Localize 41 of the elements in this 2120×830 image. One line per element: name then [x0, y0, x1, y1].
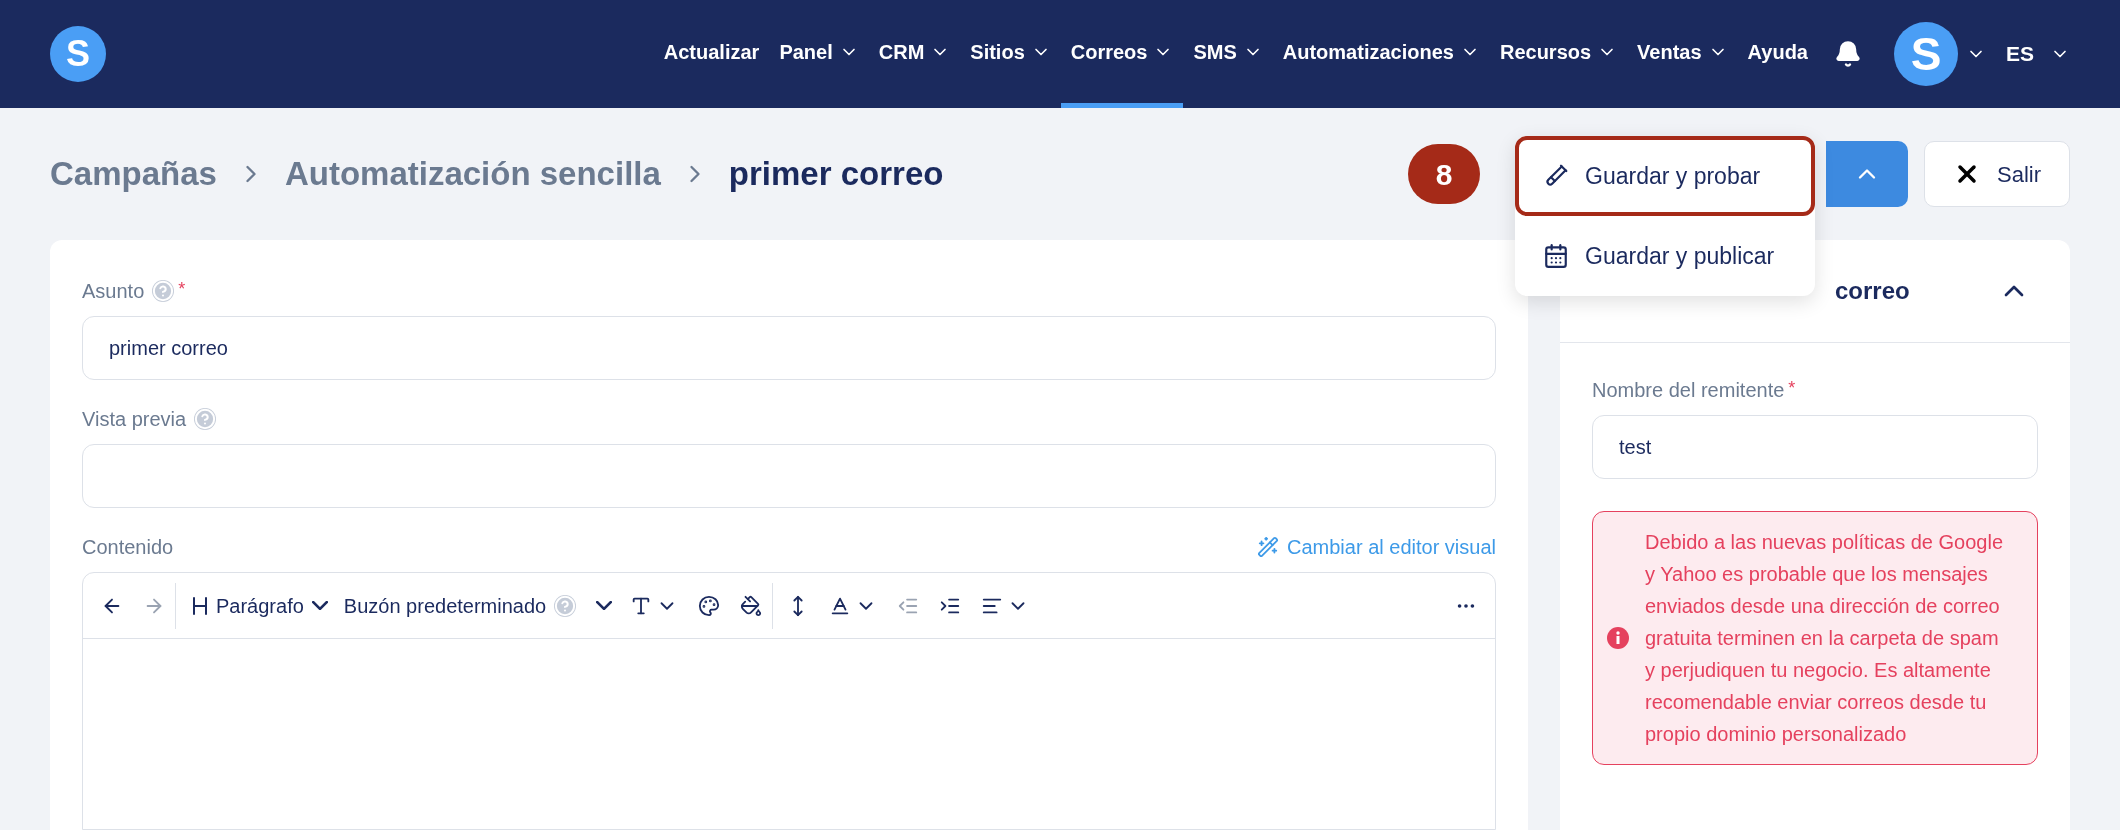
menu-item[interactable]: Guardar y probar — [1515, 136, 1815, 216]
mailbox-dropdown[interactable]: Buzón predeterminado — [335, 585, 621, 626]
chevron-down-icon — [596, 601, 613, 610]
field-label: Vista previa — [82, 407, 187, 432]
text-input[interactable] — [82, 444, 1496, 508]
paragraph-format-dropdown[interactable]: Parágrafo — [180, 585, 336, 626]
breadcrumb-item[interactable]: Automatización sencilla — [284, 149, 661, 199]
nav-item[interactable]: Automatizaciones — [1272, 0, 1490, 108]
nav-item[interactable]: CRM — [868, 0, 961, 108]
nav-item[interactable]: SMS — [1183, 0, 1273, 108]
nav-item[interactable]: Ventas — [1627, 0, 1738, 108]
nav-item[interactable]: Ayuda — [1737, 0, 1818, 108]
text-input[interactable]: primer correo — [82, 316, 1496, 380]
chevron-down-icon — [311, 601, 328, 610]
magic-wand-icon — [1257, 536, 1279, 558]
required-asterisk: * — [1788, 377, 1796, 400]
field-label: Contenido — [82, 535, 174, 560]
nav-item[interactable]: Recursos — [1489, 0, 1628, 108]
info-icon — [1607, 627, 1629, 649]
text-color-icon[interactable] — [698, 594, 721, 617]
nav-item[interactable]: Correos — [1060, 0, 1184, 108]
text-input[interactable]: test — [1592, 415, 2038, 479]
panel-title: correo — [1835, 276, 1910, 306]
calendar-icon — [1543, 243, 1569, 269]
exit-button[interactable]: Salir — [1924, 141, 2070, 207]
field-label: Nombre del remitente — [1592, 378, 1785, 403]
nav-item[interactable]: Actualizar — [653, 0, 770, 108]
dropdown-toggle-button[interactable] — [1826, 141, 1908, 207]
highlight-icon[interactable] — [740, 594, 763, 617]
nav-item[interactable]: Sitios — [960, 0, 1061, 108]
alert-message: Debido a las nuevas políticas de Google y Yahoo es probable que los mensajes enviados desde una dirección de correo gratuita terminen en la carpeta de spam y perjudiquen tu negocio. Es altamente recomendable enviar correos desde tu propio dominio personalizado — [1645, 530, 2004, 747]
language-selector[interactable]: ES — [2006, 38, 2070, 70]
menu-item[interactable]: Guardar y publicar — [1515, 216, 1815, 296]
nav-item[interactable]: Panel — [769, 0, 869, 108]
breadcrumb-item[interactable]: Campañas — [50, 149, 217, 199]
notification-bell-icon[interactable] — [1834, 40, 1862, 68]
required-asterisk: * — [178, 278, 186, 301]
field-label: Asunto — [82, 279, 145, 304]
step-badge: 8 — [1408, 144, 1480, 204]
breadcrumb-item: primer correo — [728, 154, 944, 195]
rich-text-editor[interactable]: Parágrafo Buzón predeterminado — [82, 572, 1496, 830]
